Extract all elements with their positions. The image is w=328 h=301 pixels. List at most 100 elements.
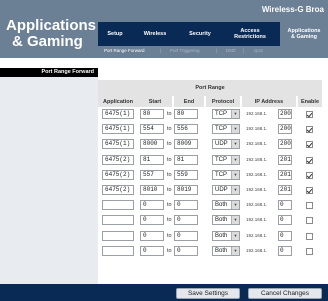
enable-checkbox[interactable] — [306, 171, 313, 179]
start-port-field[interactable]: 0 — [140, 245, 164, 256]
end-port-field[interactable]: 0 — [174, 230, 198, 241]
protocol-value: TCP — [215, 111, 227, 117]
application-name-field[interactable]: 6475(2) — [102, 154, 134, 165]
end-port-field[interactable]: 0 — [174, 200, 198, 211]
ip-last-octet-field[interactable]: 201 — [278, 185, 292, 195]
protocol-select[interactable]: TCP ▼ — [212, 154, 240, 165]
subtab-port-range-forward[interactable]: Port Range Forward — [104, 48, 145, 53]
chevron-down-icon: ▼ — [231, 201, 239, 210]
protocol-select[interactable]: TCP ▼ — [212, 169, 240, 180]
protocol-select[interactable]: TCP ▼ — [212, 124, 240, 135]
to-label: to — [167, 202, 172, 209]
enable-checkbox[interactable] — [306, 141, 313, 149]
start-port-field[interactable]: 81 — [140, 154, 164, 165]
start-port-field[interactable]: 0 — [140, 200, 164, 211]
ip-last-octet-field[interactable]: 201 — [278, 169, 292, 180]
end-port-field[interactable]: 559 — [174, 169, 198, 180]
ip-last-octet-field[interactable]: 200 — [278, 124, 292, 135]
start-port-field[interactable]: 554 — [140, 124, 164, 135]
cancel-changes-button[interactable]: Cancel Changes — [248, 288, 322, 299]
enable-checkbox[interactable] — [306, 247, 313, 255]
subtab-port-triggering[interactable]: Port Triggering — [170, 48, 200, 53]
protocol-value: Both — [215, 247, 228, 254]
tab-wireless[interactable]: Wireless — [134, 22, 176, 46]
to-label: to — [167, 232, 172, 239]
end-port-field[interactable]: 0 — [174, 245, 198, 256]
protocol-select[interactable]: Both ▼ — [212, 200, 240, 211]
enable-checkbox[interactable] — [306, 202, 313, 210]
start-port-field[interactable]: 0 — [140, 230, 164, 241]
application-name-field[interactable]: 6475(1) — [102, 124, 134, 135]
protocol-value: UDP — [215, 141, 228, 148]
ip-last-octet-field[interactable]: 201 — [278, 154, 292, 165]
end-port-field[interactable]: 0 — [174, 215, 198, 226]
start-port-field[interactable]: 8010 — [140, 185, 164, 195]
subtab-dmz[interactable]: DMZ — [226, 48, 236, 53]
application-name-field[interactable] — [102, 200, 134, 211]
application-name-field[interactable]: 6475(1) — [102, 109, 134, 119]
protocol-value: Both — [215, 217, 228, 224]
protocol-select[interactable]: Both ▼ — [212, 215, 240, 226]
header-end: End — [174, 96, 204, 107]
ip-last-octet-field[interactable]: 0 — [278, 200, 292, 211]
application-name-field[interactable]: 6475(2) — [102, 169, 134, 180]
enable-checkbox[interactable] — [306, 232, 313, 240]
tab-access-label-line2: Restrictions — [234, 34, 266, 40]
header-start: Start — [138, 96, 172, 107]
protocol-value: Both — [215, 202, 228, 209]
end-port-field[interactable]: 8019 — [174, 185, 198, 195]
start-port-field[interactable]: 557 — [140, 169, 164, 180]
protocol-select[interactable]: TCP ▼ — [212, 109, 240, 119]
enable-checkbox[interactable] — [306, 187, 313, 194]
protocol-value: UDP — [215, 187, 228, 193]
chevron-down-icon: ▼ — [231, 186, 239, 194]
tab-setup[interactable]: Setup — [100, 22, 130, 46]
ip-prefix: 192.168.1. — [246, 156, 268, 162]
tab-security[interactable]: Security — [178, 22, 222, 46]
ip-last-octet-field[interactable]: 200 — [278, 109, 292, 119]
enable-checkbox[interactable] — [306, 111, 313, 118]
to-label: to — [167, 126, 172, 133]
ip-last-octet-field[interactable]: 0 — [278, 230, 292, 241]
application-name-field[interactable] — [102, 215, 134, 226]
table-row: 0 to 0 Both ▼ 192.168.1. 0 — [98, 213, 328, 228]
ip-last-octet-field[interactable]: 0 — [278, 245, 292, 256]
chevron-down-icon: ▼ — [231, 170, 239, 179]
subtab-separator: | — [160, 48, 162, 53]
start-port-field[interactable]: 0 — [140, 215, 164, 226]
application-name-field[interactable] — [102, 245, 134, 256]
application-name-field[interactable]: 6475(2) — [102, 185, 134, 195]
table-row: 6475(1) 8000 to 8009 UDP ▼ 192.168.1. 200 — [98, 137, 328, 152]
start-port-field[interactable]: 80 — [140, 109, 164, 119]
chevron-down-icon: ▼ — [231, 246, 239, 255]
header-protocol: Protocol — [206, 96, 240, 107]
table-row: 6475(2) 8010 to 8019 UDP ▼ 192.168.1. 201 — [98, 183, 328, 198]
product-header: Wireless-G Broa — [98, 0, 328, 22]
subtab-qos[interactable]: QoS — [254, 48, 263, 53]
save-settings-button[interactable]: Save Settings — [176, 288, 240, 299]
sub-tabs: Port Range Forward | Port Triggering | D… — [98, 46, 328, 58]
tab-access-restrictions[interactable]: Access Restrictions — [226, 22, 274, 46]
ip-last-octet-field[interactable]: 200 — [278, 139, 292, 150]
enable-checkbox[interactable] — [306, 156, 313, 164]
protocol-select[interactable]: Both ▼ — [212, 245, 240, 256]
tab-applications-gaming[interactable]: Applications & Gaming — [280, 22, 328, 46]
end-port-field[interactable]: 8009 — [174, 139, 198, 150]
protocol-select[interactable]: UDP ▼ — [212, 185, 240, 195]
enable-checkbox[interactable] — [306, 126, 313, 134]
start-port-field[interactable]: 8000 — [140, 139, 164, 150]
tab-apps-label-line2: & Gaming — [291, 34, 317, 40]
enable-checkbox[interactable] — [306, 217, 313, 225]
end-port-field[interactable]: 81 — [174, 154, 198, 165]
protocol-value: TCP — [215, 126, 227, 133]
ip-prefix: 192.168.1. — [246, 187, 268, 192]
protocol-select[interactable]: UDP ▼ — [212, 139, 240, 150]
application-name-field[interactable] — [102, 230, 134, 241]
header-application: Application — [98, 96, 138, 107]
end-port-field[interactable]: 80 — [174, 109, 198, 119]
protocol-select[interactable]: Both ▼ — [212, 230, 240, 241]
ip-last-octet-field[interactable]: 0 — [278, 215, 292, 226]
application-name-field[interactable]: 6475(1) — [102, 139, 134, 150]
end-port-field[interactable]: 556 — [174, 124, 198, 135]
table-row: 6475(2) 557 to 559 TCP ▼ 192.168.1. 201 — [98, 168, 328, 183]
